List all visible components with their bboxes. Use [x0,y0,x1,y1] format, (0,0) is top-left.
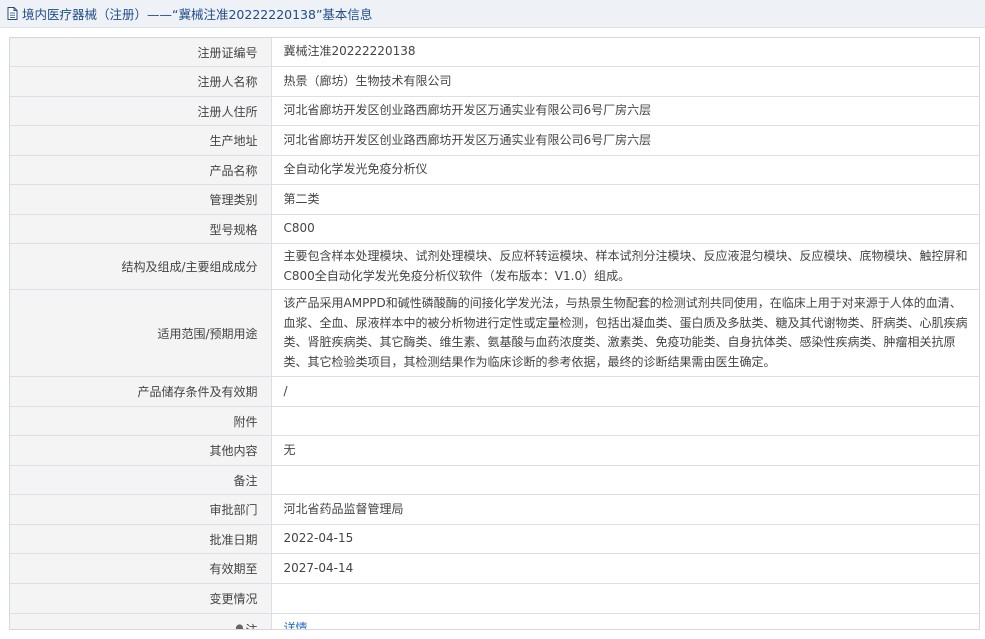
table-row: 注册人名称 热景（廊坊）生物技术有限公司 [10,66,979,97]
table-row: 产品储存条件及有效期 / [10,376,979,407]
field-value [271,583,979,614]
table-row: 型号规格 C800 [10,214,979,244]
field-label: 型号规格 [10,214,272,244]
field-value: / [271,376,979,407]
table-row: 变更情况 [10,583,979,614]
field-label: 注册人住所 [10,96,272,126]
field-label: 注册证编号 [10,38,272,67]
field-value: 河北省廊坊开发区创业路西廊坊开发区万通实业有限公司6号厂房六层 [271,96,979,126]
table-row: 附件 [10,406,979,436]
detail-table: 注册证编号 冀械注准20222220138 注册人名称 热景（廊坊）生物技术有限… [10,38,979,630]
note-value: 详情 [271,614,979,629]
field-value: 河北省药品监督管理局 [271,494,979,525]
field-value: 第二类 [271,184,979,215]
field-value [271,406,979,436]
field-label: 变更情况 [10,583,272,614]
field-label: 注册人名称 [10,66,272,97]
field-label: 产品储存条件及有效期 [10,376,272,407]
note-label: 注 [245,622,258,630]
table-row: 有效期至 2027-04-14 [10,553,979,584]
field-label: 其他内容 [10,435,272,466]
field-value [271,465,979,495]
field-value: 无 [271,435,979,466]
table-row-note: 注 详情 [10,613,979,630]
table-row: 适用范围/预期用途 该产品采用AMPPD和碱性磷酸酶的间接化学发光法，与热景生物… [10,289,979,377]
table-row: 备注 [10,465,979,495]
field-value: 该产品采用AMPPD和碱性磷酸酶的间接化学发光法，与热景生物配套的检测试剂共同使… [271,289,979,377]
note-label-cell: 注 [10,613,272,630]
table-row: 生产地址 河北省廊坊开发区创业路西廊坊开发区万通实业有限公司6号厂房六层 [10,125,979,156]
details-link[interactable]: 详情 [284,621,308,629]
field-label: 有效期至 [10,553,272,584]
field-label: 附件 [10,406,272,436]
field-value: 全自动化学发光免疫分析仪 [271,155,979,185]
field-label: 适用范围/预期用途 [10,289,272,377]
field-label: 备注 [10,465,272,495]
detail-panel: 注册证编号 冀械注准20222220138 注册人名称 热景（廊坊）生物技术有限… [9,37,980,630]
field-label: 管理类别 [10,184,272,215]
document-icon [7,7,18,20]
field-value: 河北省廊坊开发区创业路西廊坊开发区万通实业有限公司6号厂房六层 [271,125,979,156]
field-value: 2027-04-14 [271,553,979,584]
table-row: 注册证编号 冀械注准20222220138 [10,38,979,67]
table-row: 产品名称 全自动化学发光免疫分析仪 [10,155,979,185]
page-title: 境内医疗器械（注册）——“冀械注准20222220138”基本信息 [22,7,373,22]
table-row: 注册人住所 河北省廊坊开发区创业路西廊坊开发区万通实业有限公司6号厂房六层 [10,96,979,126]
page-header: 境内医疗器械（注册）——“冀械注准20222220138”基本信息 [0,0,985,28]
table-row: 管理类别 第二类 [10,184,979,215]
field-value: 2022-04-15 [271,524,979,554]
field-label: 结构及组成/主要组成成分 [10,243,272,290]
field-value: 主要包含样本处理模块、试剂处理模块、反应杯转运模块、样本试剂分注模块、反应液混匀… [271,243,979,290]
field-label: 审批部门 [10,494,272,525]
table-row: 结构及组成/主要组成成分 主要包含样本处理模块、试剂处理模块、反应杯转运模块、样… [10,243,979,290]
table-row: 其他内容 无 [10,435,979,466]
field-value: 冀械注准20222220138 [271,38,979,67]
table-row: 审批部门 河北省药品监督管理局 [10,494,979,525]
field-label: 产品名称 [10,155,272,185]
field-value: 热景（廊坊）生物技术有限公司 [271,66,979,97]
field-label: 批准日期 [10,524,272,554]
lightbulb-icon [236,623,244,629]
table-row: 批准日期 2022-04-15 [10,524,979,554]
field-value: C800 [271,214,979,244]
field-label: 生产地址 [10,125,272,156]
